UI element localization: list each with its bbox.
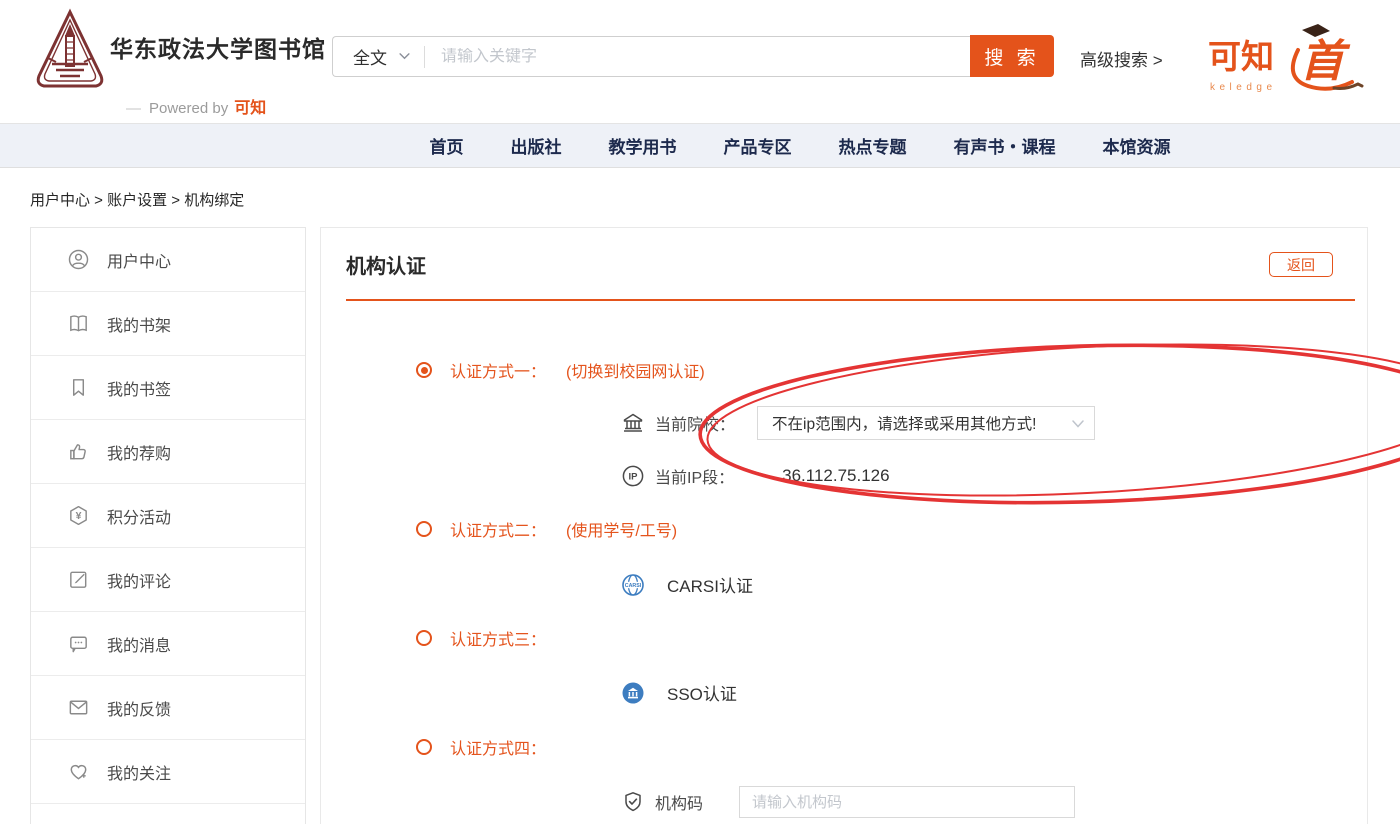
sidebar-item-my-feedback[interactable]: 我的反馈 [31, 676, 305, 740]
org-code-label: 机构码 [655, 790, 703, 814]
sidebar-item-my-comments[interactable]: 我的评论 [31, 548, 305, 612]
sidebar-item-my-bookshelf[interactable]: 我的书架 [31, 292, 305, 356]
sidebar-label: 积分活动 [107, 504, 171, 528]
chevron-down-icon [399, 53, 410, 60]
carsi-auth-row[interactable]: CARSI CARSI认证 [621, 572, 753, 597]
auth-method-1-label: 认证方式一： [450, 358, 546, 382]
nav-item-publishers[interactable]: 出版社 [511, 133, 562, 158]
bookshelf-icon [67, 312, 90, 335]
org-code-row: 机构码 [621, 786, 1075, 818]
back-button[interactable]: 返回 [1269, 252, 1333, 277]
keledge-logo-text: 可知 [1208, 38, 1274, 75]
main-nav: 首页 出版社 教学用书 产品专区 热点专题 有声书・课程 本馆资源 [0, 123, 1400, 168]
sidebar-label: 我的评论 [107, 568, 171, 592]
carsi-auth-label: CARSI认证 [667, 572, 753, 597]
carsi-icon: CARSI [621, 573, 645, 597]
thumbs-up-icon [67, 440, 90, 463]
shield-check-icon [621, 790, 645, 814]
sso-auth-row[interactable]: SSO认证 [621, 680, 737, 705]
sidebar-label: 我的关注 [107, 760, 171, 784]
auth-method-2-label: 认证方式二： [450, 517, 546, 541]
powered-dash: — [126, 100, 141, 117]
institution-auth-panel: 机构认证 返回 认证方式一： (切换到校园网认证) 当前院校： 不在ip范围内，… [320, 227, 1368, 824]
sidebar-label: 我的荐购 [107, 440, 171, 464]
sidebar-label: 我的消息 [107, 632, 171, 656]
auth-method-4-radio[interactable] [416, 739, 432, 755]
auth-method-2-row: 认证方式二： (使用学号/工号) [416, 517, 677, 541]
message-icon [67, 632, 90, 655]
advanced-search-link[interactable]: 高级搜索 > [1080, 46, 1163, 71]
sidebar-label: 我的书架 [107, 312, 171, 336]
nav-item-hot-topics[interactable]: 热点专题 [839, 133, 907, 158]
keledge-logo: 可知 首 keledge [1206, 16, 1364, 107]
follow-heart-icon [67, 760, 90, 783]
svg-text:首: 首 [1300, 37, 1351, 86]
current-school-row: 当前院校： 不在ip范围内，请选择或采用其他方式! [621, 406, 1095, 440]
current-ip-label: 当前IP段： [655, 464, 734, 488]
breadcrumb: 用户中心 > 账户设置 > 机构绑定 [30, 189, 1400, 210]
sidebar-item-my-follows[interactable]: 我的关注 [31, 740, 305, 804]
comment-icon [67, 568, 90, 591]
sidebar-item-my-messages[interactable]: 我的消息 [31, 612, 305, 676]
nav-item-audiobooks-courses[interactable]: 有声书・课程 [954, 133, 1056, 158]
powered-by: — Powered by 可知 [126, 94, 266, 118]
bank-icon [621, 411, 645, 435]
school-select-value: 不在ip范围内，请选择或采用其他方式! [772, 412, 1036, 434]
powered-brand: 可知 [234, 100, 266, 117]
sidebar-item-user-center[interactable]: 用户中心 [31, 228, 305, 292]
sidebar: 用户中心 我的书架 我的书签 我的荐购 ¥ [30, 227, 306, 824]
svg-text:¥: ¥ [76, 510, 82, 522]
ip-badge-icon: IP [621, 464, 645, 488]
org-code-input[interactable] [739, 786, 1075, 818]
nav-item-textbooks[interactable]: 教学用书 [609, 133, 677, 158]
auth-method-2-note: (使用学号/工号) [566, 517, 677, 541]
auth-method-1-radio[interactable] [416, 362, 432, 378]
auth-method-2-radio[interactable] [416, 521, 432, 537]
current-school-label: 当前院校： [655, 411, 735, 435]
site-title: 华东政法大学图书馆 [110, 30, 326, 64]
nav-item-product-zone[interactable]: 产品专区 [724, 133, 792, 158]
panel-title: 机构认证 [346, 250, 426, 279]
search-input[interactable] [441, 48, 972, 66]
search-divider [424, 46, 425, 68]
bookmark-icon [67, 376, 90, 399]
current-ip-row: IP 当前IP段： 36.112.75.126 [621, 464, 890, 488]
sidebar-item-points-activity[interactable]: ¥ 积分活动 [31, 484, 305, 548]
auth-method-3-radio[interactable] [416, 630, 432, 646]
svg-text:keledge: keledge [1210, 82, 1277, 93]
page-header: 华东政法大学图书馆 — Powered by 可知 全文 搜 索 高级搜索 > 可知… [0, 0, 1400, 123]
auth-method-3-label: 认证方式三： [450, 626, 546, 650]
search-scope-dropdown[interactable]: 全文 [333, 44, 424, 69]
title-divider [346, 299, 1355, 301]
sidebar-label: 我的反馈 [107, 696, 171, 720]
auth-method-4-row: 认证方式四： [416, 735, 546, 759]
chevron-down-icon [1072, 420, 1084, 428]
user-icon [67, 248, 90, 271]
university-emblem-logo [34, 8, 106, 97]
sidebar-label: 用户中心 [107, 248, 171, 272]
feedback-icon [67, 696, 90, 719]
sidebar-label: 我的书签 [107, 376, 171, 400]
svg-text:CARSI: CARSI [625, 582, 642, 588]
search-bar: 全文 [332, 36, 972, 77]
powered-text: Powered by [149, 100, 228, 117]
points-icon: ¥ [67, 504, 90, 527]
sidebar-item-my-bookmarks[interactable]: 我的书签 [31, 356, 305, 420]
nav-item-library-resources[interactable]: 本馆资源 [1103, 133, 1171, 158]
auth-method-1-row: 认证方式一： (切换到校园网认证) [416, 358, 705, 382]
sso-icon [621, 681, 645, 705]
auth-method-4-label: 认证方式四： [450, 735, 546, 759]
sso-auth-label: SSO认证 [667, 680, 737, 705]
current-ip-value: 36.112.75.126 [782, 466, 889, 486]
auth-method-1-note[interactable]: (切换到校园网认证) [566, 358, 705, 382]
nav-item-home[interactable]: 首页 [430, 133, 464, 158]
svg-text:IP: IP [629, 472, 639, 483]
search-scope-label: 全文 [353, 44, 387, 69]
school-select[interactable]: 不在ip范围内，请选择或采用其他方式! [757, 406, 1095, 440]
auth-method-3-row: 认证方式三： [416, 626, 546, 650]
sidebar-item-my-recommendations[interactable]: 我的荐购 [31, 420, 305, 484]
search-button[interactable]: 搜 索 [970, 35, 1054, 77]
